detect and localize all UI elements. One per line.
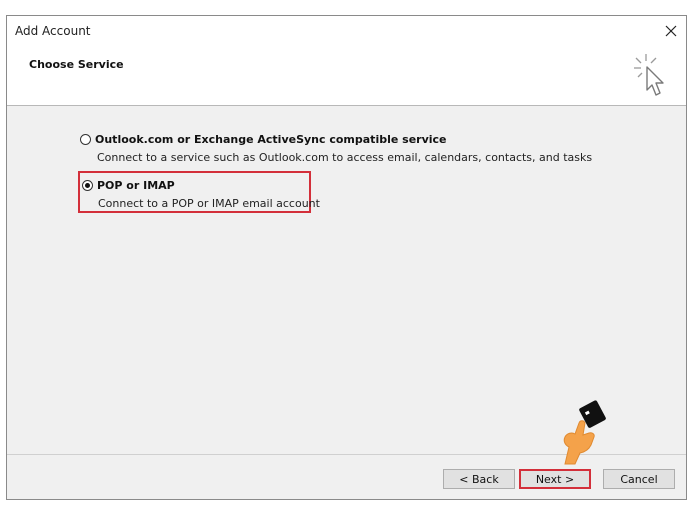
title-bar: Add Account — [7, 16, 686, 46]
option-label: Outlook.com or Exchange ActiveSync compa… — [95, 132, 447, 146]
radio-pop-imap[interactable] — [82, 179, 93, 191]
page-title: Choose Service — [29, 58, 124, 71]
option-row: POP or IMAP — [82, 177, 309, 193]
next-button[interactable]: Next > — [519, 469, 591, 489]
option-pop-imap[interactable]: POP or IMAP Connect to a POP or IMAP ema… — [78, 171, 320, 213]
option-row: Outlook.com or Exchange ActiveSync compa… — [80, 131, 592, 147]
wizard-header: Choose Service — [7, 46, 686, 106]
window-title: Add Account — [15, 24, 91, 38]
add-account-dialog: Add Account Choose Service Outlook.com o… — [6, 15, 687, 500]
cancel-button[interactable]: Cancel — [603, 469, 675, 489]
wizard-cursor-icon — [634, 54, 664, 96]
pointing-hand-icon — [563, 400, 606, 465]
option-outlook-exchange[interactable]: Outlook.com or Exchange ActiveSync compa… — [78, 131, 592, 164]
option-label: POP or IMAP — [97, 178, 175, 192]
radio-outlook-exchange[interactable] — [80, 133, 91, 145]
option-description: Connect to a service such as Outlook.com… — [97, 151, 593, 164]
close-icon — [665, 25, 677, 37]
option-description: Connect to a POP or IMAP email account — [98, 197, 320, 210]
back-button[interactable]: < Back — [443, 469, 515, 489]
radio-selected-dot — [85, 182, 90, 188]
close-button[interactable] — [658, 19, 684, 43]
